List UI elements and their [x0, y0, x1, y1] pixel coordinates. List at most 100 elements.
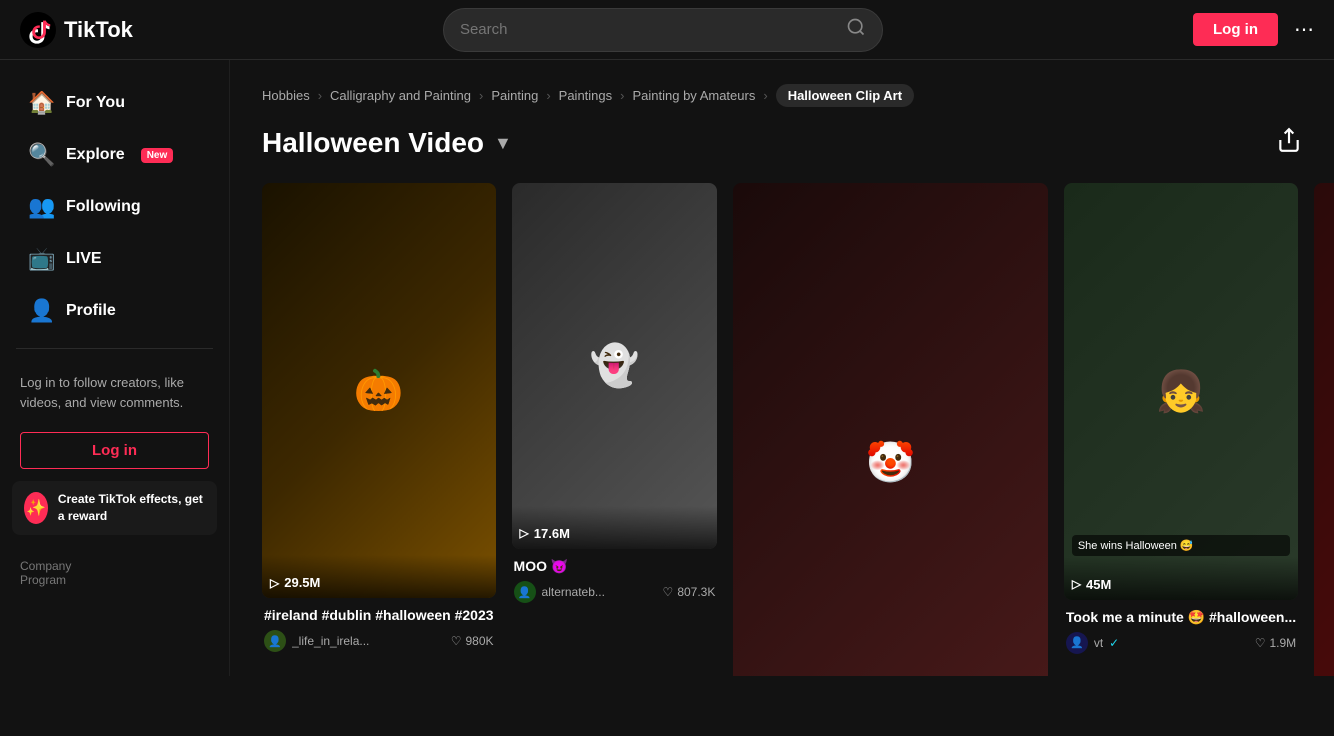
in-video-badge: She wins Halloween 😅: [1072, 535, 1290, 556]
video-title-1: #ireland #dublin #halloween #2023: [264, 606, 494, 624]
video-card-1[interactable]: 🎃 ▷ 29.5M #ireland #dublin #halloween #2…: [262, 183, 496, 676]
breadcrumb-calligraphy[interactable]: Calligraphy and Painting: [330, 88, 471, 103]
views-count-2: 17.6M: [534, 526, 570, 541]
play-icon-1: ▷: [270, 576, 279, 590]
logo-text: TikTok: [64, 17, 133, 43]
sidebar-login-button[interactable]: Log in: [20, 432, 209, 469]
following-icon: 👥: [28, 194, 54, 220]
thumb-emoji-3: 🤡: [733, 183, 1047, 676]
video-card-4[interactable]: 👧 She wins Halloween 😅 ▷ 45M Took me a m…: [1064, 183, 1298, 676]
sidebar-footer: Company Program: [0, 547, 229, 599]
home-icon: 🏠: [28, 90, 54, 116]
video-meta-1: 👤 _life_in_irela... ♡ 980K: [264, 630, 494, 652]
page-title-text: Halloween Video: [262, 127, 484, 159]
video-info-4: Took me a minute 🤩 #halloween... 👤 vt ✓ …: [1064, 608, 1298, 654]
page-title: Halloween Video ▼: [262, 127, 512, 159]
search-bar[interactable]: [443, 8, 883, 52]
breadcrumb-sep-1: ›: [318, 88, 322, 103]
thumb-emoji-5: 🤡: [1314, 183, 1334, 676]
sidebar-item-profile[interactable]: 👤 Profile: [8, 286, 221, 336]
thumb-emoji-2: 👻: [512, 183, 718, 549]
more-options-icon[interactable]: ⋯: [1294, 17, 1314, 42]
breadcrumb-amateurs[interactable]: Painting by Amateurs: [632, 88, 755, 103]
video-thumbnail-5: 🤡 ▷ 1.2M: [1314, 183, 1334, 676]
sidebar-label-for-you: For You: [66, 94, 125, 112]
video-thumbnail-2: 👻 ▷ 17.6M: [512, 183, 718, 549]
heart-icon-1: ♡: [451, 634, 462, 648]
video-thumbnail-3: 🤡 ▷ 35.8M: [733, 183, 1047, 676]
breadcrumb-painting[interactable]: Painting: [491, 88, 538, 103]
breadcrumb-sep-2: ›: [479, 88, 483, 103]
footer-program[interactable]: Program: [20, 573, 209, 587]
main-content: Hobbies › Calligraphy and Painting › Pai…: [230, 60, 1334, 676]
video-views-2: ▷ 17.6M: [520, 526, 710, 541]
video-thumbnail-4: 👧 She wins Halloween 😅 ▷ 45M: [1064, 183, 1298, 600]
sidebar-item-following[interactable]: 👥 Following: [8, 182, 221, 232]
sidebar-item-for-you[interactable]: 🏠 For You: [8, 78, 221, 128]
verified-icon: ✓: [1109, 636, 1119, 650]
author-name-2: alternateb...: [542, 585, 605, 599]
tiktok-logo-icon: [20, 12, 56, 48]
likes-count-1: 980K: [466, 634, 494, 648]
login-button[interactable]: Log in: [1193, 13, 1278, 46]
live-icon: 📺: [28, 246, 54, 272]
breadcrumb-paintings[interactable]: Paintings: [559, 88, 612, 103]
share-icon[interactable]: [1276, 127, 1302, 159]
footer-company[interactable]: Company: [20, 559, 209, 573]
title-dropdown-icon[interactable]: ▼: [494, 133, 512, 154]
logo[interactable]: TikTok: [20, 12, 133, 48]
video-grid: 🎃 ▷ 29.5M #ireland #dublin #halloween #2…: [262, 183, 1302, 676]
video-overlay-1: ▷ 29.5M: [262, 555, 496, 598]
sidebar-label-following: Following: [66, 198, 141, 216]
author-name-4: vt: [1094, 636, 1103, 650]
create-effects-text: Create TikTok effects, get a reward: [58, 491, 205, 525]
sidebar-divider: [16, 348, 213, 349]
video-card-2[interactable]: 👻 ▷ 17.6M MOO 😈 👤 alternateb...: [512, 183, 718, 676]
breadcrumb-halloween-clip-art[interactable]: Halloween Clip Art: [776, 84, 914, 107]
search-input[interactable]: [460, 21, 846, 38]
video-author-2[interactable]: 👤 alternateb...: [514, 581, 605, 603]
author-avatar-2: 👤: [514, 581, 536, 603]
video-overlay-2: ▷ 17.6M: [512, 506, 718, 549]
breadcrumb-sep-4: ›: [620, 88, 624, 103]
page-title-row: Halloween Video ▼: [262, 127, 1302, 159]
breadcrumb-hobbies[interactable]: Hobbies: [262, 88, 310, 103]
thumb-emoji-1: 🎃: [262, 183, 496, 598]
header: TikTok Log in ⋯: [0, 0, 1334, 60]
video-meta-4: 👤 vt ✓ ♡ 1.9M: [1066, 632, 1296, 654]
video-likes-1: ♡ 980K: [451, 634, 494, 648]
sidebar-item-live[interactable]: 📺 LIVE: [8, 234, 221, 284]
video-likes-2: ♡ 807.3K: [663, 585, 716, 599]
author-avatar-1: 👤: [264, 630, 286, 652]
explore-icon: 🔍: [28, 142, 54, 168]
breadcrumb-sep-5: ›: [763, 88, 767, 103]
video-card-3[interactable]: 🤡 ▷ 35.8M I have so many takes of my IT …: [733, 183, 1047, 676]
author-avatar-4: 👤: [1066, 632, 1088, 654]
views-count-1: 29.5M: [284, 575, 320, 590]
sidebar: 🏠 For You 🔍 Explore New 👥 Following 📺 LI…: [0, 60, 230, 676]
likes-count-4: 1.9M: [1269, 636, 1296, 650]
search-icon[interactable]: [846, 17, 866, 42]
heart-icon-2: ♡: [663, 585, 674, 599]
profile-icon: 👤: [28, 298, 54, 324]
login-prompt: Log in to follow creators, like videos, …: [0, 361, 229, 424]
video-info-1: #ireland #dublin #halloween #2023 👤 _lif…: [262, 606, 496, 652]
breadcrumb: Hobbies › Calligraphy and Painting › Pai…: [262, 84, 1302, 107]
video-author-4[interactable]: 👤 vt ✓: [1066, 632, 1119, 654]
play-icon-4: ▷: [1072, 577, 1081, 591]
new-badge: New: [141, 148, 174, 163]
play-icon-2: ▷: [520, 526, 529, 540]
likes-count-2: 807.3K: [677, 585, 715, 599]
video-overlay-4: ▷ 45M: [1064, 557, 1298, 600]
video-views-1: ▷ 29.5M: [270, 575, 488, 590]
header-right: Log in ⋯: [1193, 13, 1314, 46]
video-author-1[interactable]: 👤 _life_in_irela...: [264, 630, 369, 652]
heart-icon-4: ♡: [1255, 636, 1266, 650]
breadcrumb-sep-3: ›: [546, 88, 550, 103]
video-meta-2: 👤 alternateb... ♡ 807.3K: [514, 581, 716, 603]
video-title-2: MOO 😈: [514, 557, 716, 575]
create-effects-banner[interactable]: ✨ Create TikTok effects, get a reward: [12, 481, 217, 535]
sidebar-item-explore[interactable]: 🔍 Explore New: [8, 130, 221, 180]
video-card-5[interactable]: 🤡 ▷ 1.2M Who will be our next #Halloween…: [1314, 183, 1334, 676]
sidebar-label-profile: Profile: [66, 302, 116, 320]
